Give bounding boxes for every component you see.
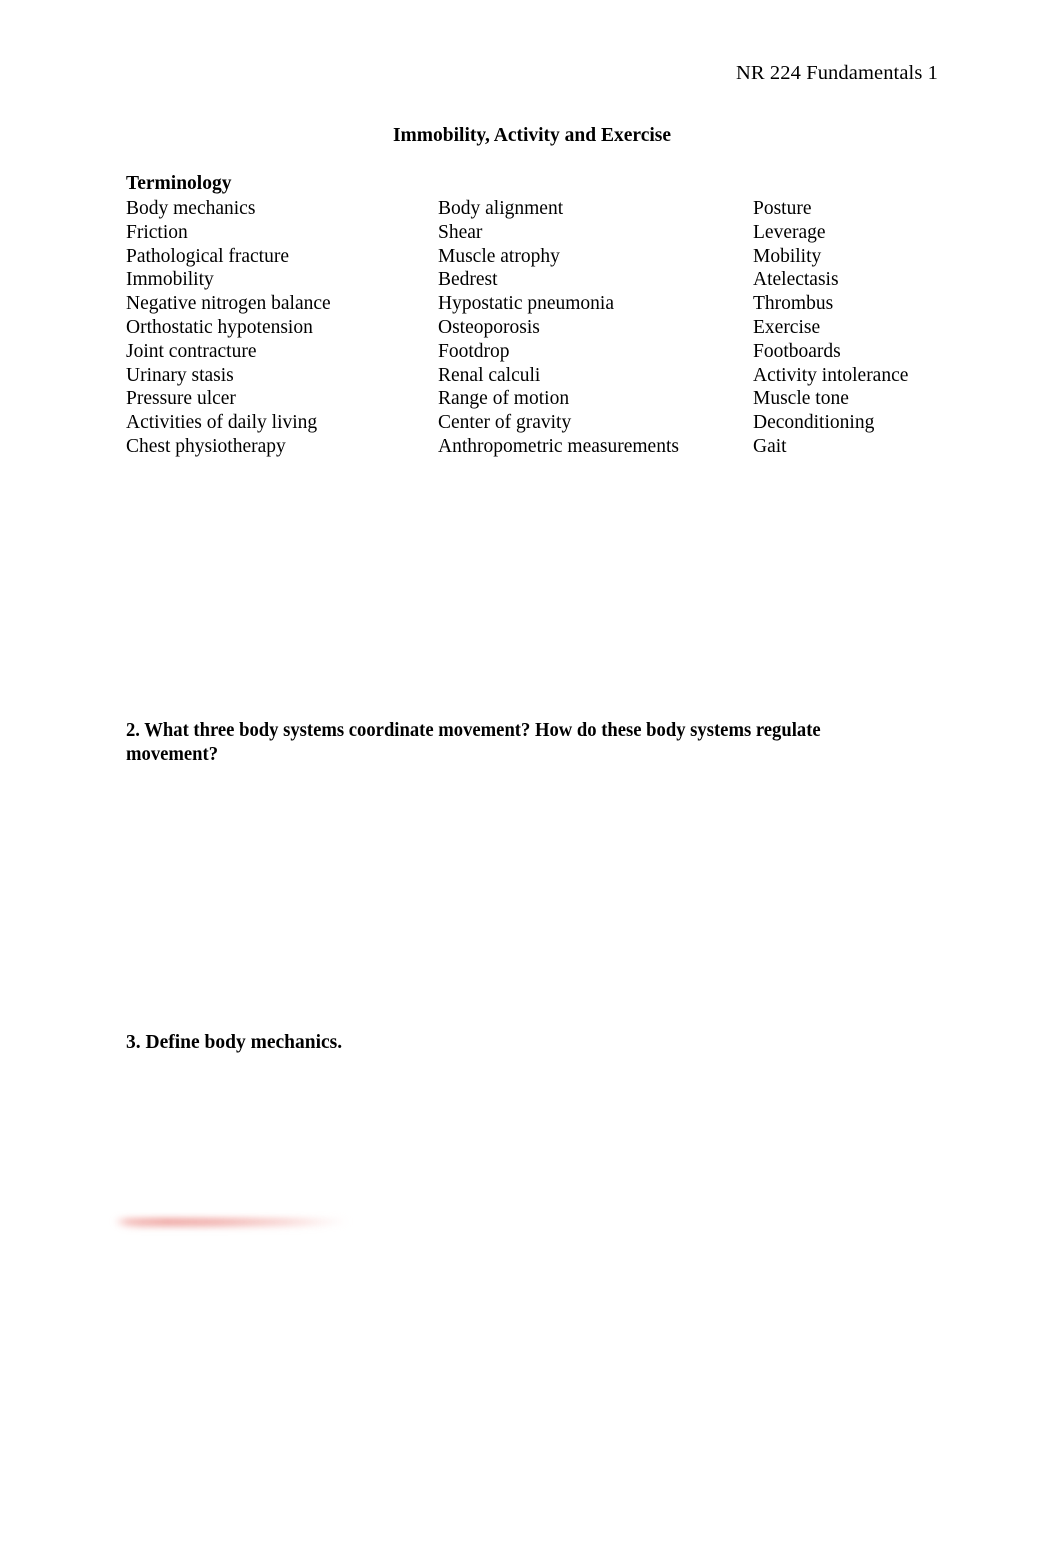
- term-item: Bedrest: [438, 269, 498, 291]
- term-item: Shear: [438, 221, 483, 243]
- running-header: NR 224 Fundamentals 1: [736, 62, 938, 84]
- term-item: Leverage: [753, 221, 826, 243]
- term-item: Footboards: [753, 340, 841, 362]
- term-item: Anthropometric measurements: [438, 435, 679, 457]
- table-row: Immobility Bedrest Atelectasis: [126, 268, 956, 292]
- terminology-heading: Terminology: [126, 173, 232, 194]
- term-item: Posture: [753, 198, 812, 219]
- term-item: Immobility: [126, 269, 214, 291]
- term-item: Exercise: [753, 316, 821, 338]
- question-2: 2. What three body systems coordinate mo…: [126, 720, 821, 765]
- term-item: Pressure ulcer: [126, 388, 236, 410]
- term-item: Negative nitrogen balance: [126, 293, 331, 315]
- term-item: Chest physiotherapy: [126, 435, 286, 457]
- redaction-smear-band: [114, 1218, 350, 1225]
- term-item: Range of motion: [438, 388, 570, 410]
- term-item: Deconditioning: [753, 412, 875, 434]
- term-item: Center of gravity: [438, 412, 572, 434]
- term-item: Footdrop: [438, 340, 510, 362]
- term-item: Hypostatic pneumonia: [438, 293, 615, 315]
- term-item: Joint contracture: [126, 340, 257, 362]
- term-item: Thrombus: [753, 293, 834, 315]
- term-item: Muscle atrophy: [438, 245, 560, 267]
- table-row: Urinary stasis Renal calculi Activity in…: [126, 364, 956, 388]
- table-row: Body mechanics Body alignment Posture: [126, 197, 956, 221]
- term-item: Muscle tone: [753, 388, 849, 410]
- term-item: Body mechanics: [126, 198, 256, 219]
- terminology-section: Terminology Body mechanics Body alignmen…: [126, 172, 956, 459]
- table-row: Joint contracture Footdrop Footboards: [126, 340, 956, 364]
- redaction-smear: [114, 1214, 350, 1230]
- term-item: Urinary stasis: [126, 364, 234, 386]
- question-3: 3. Define body mechanics.: [126, 1032, 343, 1053]
- term-item: Mobility: [753, 245, 822, 267]
- term-item: Renal calculi: [438, 364, 541, 386]
- page-title: Immobility, Activity and Exercise: [392, 125, 672, 146]
- table-row: Activities of daily living Center of gra…: [126, 411, 956, 435]
- term-item: Body alignment: [438, 198, 564, 219]
- table-row: Orthostatic hypotension Osteoporosis Exe…: [126, 316, 956, 340]
- term-item: Orthostatic hypotension: [126, 316, 313, 338]
- table-row: Pathological fracture Muscle atrophy Mob…: [126, 245, 956, 269]
- term-item: Activity intolerance: [753, 364, 909, 386]
- term-item: Atelectasis: [753, 269, 839, 291]
- term-item: Activities of daily living: [126, 412, 318, 434]
- table-row: Friction Shear Leverage: [126, 221, 956, 245]
- term-item: Pathological fracture: [126, 245, 289, 267]
- redaction-smear-band-inner: [118, 1222, 332, 1227]
- table-row: Negative nitrogen balance Hypostatic pne…: [126, 292, 956, 316]
- document-page: NR 224 Fundamentals 1 Immobility, Activi…: [0, 0, 1062, 1556]
- term-item: Gait: [753, 435, 787, 457]
- table-row: Pressure ulcer Range of motion Muscle to…: [126, 387, 956, 411]
- table-row: Chest physiotherapy Anthropometric measu…: [126, 435, 956, 459]
- term-item: Osteoporosis: [438, 316, 540, 338]
- term-item: Friction: [126, 221, 188, 243]
- terminology-grid: Body mechanics Body alignment Posture Fr…: [126, 197, 956, 459]
